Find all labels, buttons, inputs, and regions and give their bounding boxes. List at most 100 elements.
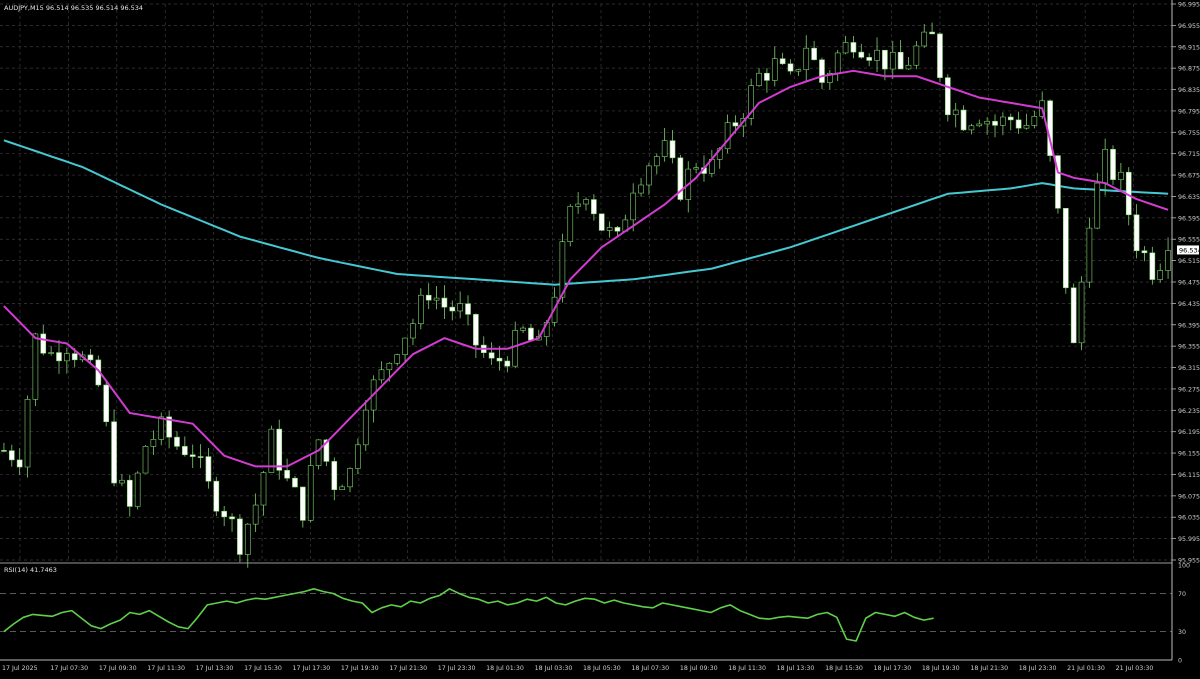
candle-body bbox=[528, 327, 534, 341]
candle-body bbox=[488, 352, 495, 359]
price-tick-label: 96.675 bbox=[1178, 173, 1200, 180]
candle-body bbox=[449, 306, 456, 312]
candle-body bbox=[811, 47, 817, 61]
candle-body bbox=[512, 330, 519, 367]
candle-body bbox=[315, 439, 322, 466]
candle-body bbox=[182, 446, 188, 456]
candle-body bbox=[1078, 281, 1085, 344]
rsi-tick-label: 100 bbox=[1178, 563, 1190, 570]
price-tick-label: 96.955 bbox=[1178, 23, 1200, 30]
time-tick-label: 17 Jul 13:30 bbox=[196, 665, 234, 672]
candle-body bbox=[1141, 250, 1148, 254]
candle-body bbox=[378, 369, 385, 381]
candle-body bbox=[874, 49, 880, 61]
candle-body bbox=[803, 47, 810, 70]
time-tick-label: 18 Jul 19:30 bbox=[922, 665, 960, 672]
time-tick-label: 18 Jul 17:30 bbox=[874, 665, 912, 672]
candle-body bbox=[1070, 287, 1077, 344]
candle-body bbox=[205, 456, 212, 482]
candle-body bbox=[732, 122, 739, 127]
candle-body bbox=[968, 125, 975, 131]
candle-body bbox=[24, 399, 31, 468]
candle-body bbox=[418, 294, 424, 325]
candle-body bbox=[1086, 227, 1093, 283]
candle-body bbox=[921, 31, 928, 47]
candle-body bbox=[646, 165, 652, 186]
price-tick-label: 96.835 bbox=[1178, 87, 1200, 94]
candle-body bbox=[937, 33, 943, 78]
candle-body bbox=[834, 52, 841, 74]
price-tick-label: 96.115 bbox=[1178, 472, 1200, 479]
candle-body bbox=[606, 227, 613, 231]
candle-body bbox=[992, 120, 998, 126]
chart-background bbox=[0, 0, 1200, 675]
price-tick-label: 96.635 bbox=[1178, 194, 1200, 201]
price-tick-label: 96.395 bbox=[1178, 322, 1200, 329]
candle-body bbox=[764, 72, 770, 81]
candle-body bbox=[787, 63, 794, 72]
candle-body bbox=[252, 504, 259, 525]
price-tick-label: 96.235 bbox=[1178, 408, 1200, 415]
candle-body bbox=[638, 184, 644, 194]
price-tick-label: 96.715 bbox=[1178, 151, 1200, 158]
candle-body bbox=[583, 199, 589, 205]
time-tick-label: 18 Jul 07:30 bbox=[631, 665, 669, 672]
chart-canvas[interactable]: 96.995 96.955 96.915 96.875 96.835 96.795 96.7… bbox=[0, 0, 1200, 675]
candle-body bbox=[473, 314, 479, 346]
candle-body bbox=[40, 333, 47, 354]
candle-body bbox=[197, 456, 204, 458]
time-tick-label: 21 Jul 03:30 bbox=[1116, 665, 1154, 672]
rsi-tick-label: 0 bbox=[1178, 658, 1182, 665]
price-tick-label: 95.995 bbox=[1178, 536, 1200, 543]
time-tick-label: 17 Jul 17:30 bbox=[293, 665, 331, 672]
candle-body bbox=[567, 206, 574, 242]
candle-body bbox=[1000, 116, 1006, 126]
candle-body bbox=[1110, 148, 1116, 180]
candle-body bbox=[142, 446, 149, 474]
candle-body bbox=[441, 297, 448, 308]
candle-body bbox=[960, 109, 967, 131]
candle-body bbox=[504, 360, 511, 367]
candle-body bbox=[300, 486, 306, 521]
candle-body bbox=[284, 470, 290, 479]
time-tick-label: 17 Jul 23:30 bbox=[438, 665, 476, 672]
candle-body bbox=[8, 450, 15, 461]
candle-body bbox=[591, 199, 597, 215]
candle-body bbox=[158, 416, 165, 440]
candle-body bbox=[669, 140, 676, 159]
candle-body bbox=[1149, 252, 1156, 280]
candle-body bbox=[1031, 116, 1038, 126]
time-tick-label: 18 Jul 15:30 bbox=[825, 665, 863, 672]
candle-body bbox=[1157, 270, 1164, 280]
price-tick-label: 96.435 bbox=[1178, 301, 1200, 308]
candle-body bbox=[693, 167, 699, 170]
candle-body bbox=[858, 51, 865, 58]
price-tick-label: 96.355 bbox=[1178, 344, 1200, 351]
price-tick-label: 96.475 bbox=[1178, 280, 1200, 287]
candle-body bbox=[87, 354, 94, 361]
candle-body bbox=[866, 57, 872, 61]
time-tick-label: 17 Jul 19:30 bbox=[341, 665, 379, 672]
candle-body bbox=[402, 337, 408, 355]
candle-body bbox=[150, 439, 157, 447]
chart-window[interactable]: 96.995 96.955 96.915 96.875 96.835 96.795 96.7… bbox=[0, 0, 1200, 675]
candle-body bbox=[661, 140, 668, 157]
time-tick-label: 18 Jul 09:30 bbox=[680, 665, 718, 672]
rsi-tick-label: 70 bbox=[1178, 591, 1186, 598]
candle-body bbox=[16, 459, 23, 468]
candle-body bbox=[1062, 208, 1069, 289]
candle-body bbox=[520, 327, 526, 331]
last-price-label: 96.534 bbox=[1179, 246, 1200, 254]
candle-body bbox=[842, 42, 849, 54]
candle-body bbox=[244, 523, 251, 555]
candle-body bbox=[307, 465, 314, 521]
rsi-label: RSI(14) 41.7463 bbox=[4, 566, 57, 574]
candle-body bbox=[575, 203, 581, 207]
candle-body bbox=[889, 51, 896, 70]
candle-body bbox=[882, 49, 888, 70]
time-tick-label: 17 Jul 11:30 bbox=[147, 665, 185, 672]
candle-body bbox=[913, 45, 920, 66]
price-tick-label: 96.515 bbox=[1178, 258, 1200, 265]
candle-body bbox=[1, 450, 7, 452]
time-tick-label: 17 Jul 2025 bbox=[2, 665, 38, 672]
